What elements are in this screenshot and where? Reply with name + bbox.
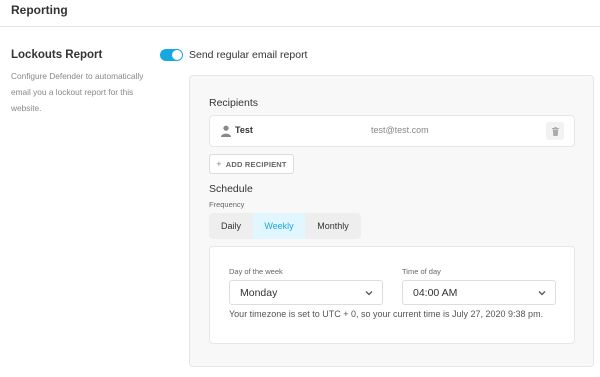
add-recipient-button[interactable]: + ADD RECIPIENT <box>209 154 294 174</box>
time-of-day-select[interactable]: 04:00 AM <box>402 280 556 305</box>
day-of-week-value: Monday <box>240 287 278 299</box>
day-of-week-select[interactable]: Monday <box>229 280 383 305</box>
time-of-day-value: 04:00 AM <box>413 287 458 299</box>
chevron-down-icon <box>365 291 373 296</box>
frequency-label: Frequency <box>209 200 245 209</box>
schedule-options-box: Day of the week Monday Time of day 04:00… <box>209 246 575 344</box>
email-report-toggle-row: Send regular email report <box>160 49 307 61</box>
timezone-info: Your timezone is set to UTC + 0, so your… <box>229 309 544 319</box>
recipients-label: Recipients <box>209 97 259 109</box>
recipient-row: Test test@test.com <box>209 115 575 147</box>
toggle-knob <box>172 50 182 60</box>
page-title: Reporting <box>11 3 68 17</box>
recipient-name: Test <box>235 125 253 135</box>
chevron-down-icon <box>538 291 546 296</box>
trash-icon <box>551 126 559 136</box>
tab-daily[interactable]: Daily <box>209 213 253 239</box>
recipient-email: test@test.com <box>371 125 429 135</box>
toggle-label: Send regular email report <box>189 49 308 61</box>
tab-weekly[interactable]: Weekly <box>253 213 305 239</box>
tab-monthly[interactable]: Monthly <box>305 213 361 239</box>
day-of-week-label: Day of the week <box>229 267 283 276</box>
email-report-toggle[interactable] <box>160 49 183 61</box>
frequency-tabs: Daily Weekly Monthly <box>209 213 361 239</box>
lockouts-report-info: Lockouts Report Configure Defender to au… <box>11 47 151 116</box>
section-description: Configure Defender to automatically emai… <box>11 71 144 113</box>
page-header: Reporting <box>0 0 600 27</box>
section-title: Lockouts Report <box>11 49 103 61</box>
remove-recipient-button[interactable] <box>546 122 564 140</box>
user-icon <box>221 125 231 137</box>
add-recipient-label: ADD RECIPIENT <box>225 159 287 169</box>
time-of-day-label: Time of day <box>402 267 441 276</box>
schedule-label: Schedule <box>209 183 253 195</box>
plus-icon: + <box>216 159 222 169</box>
